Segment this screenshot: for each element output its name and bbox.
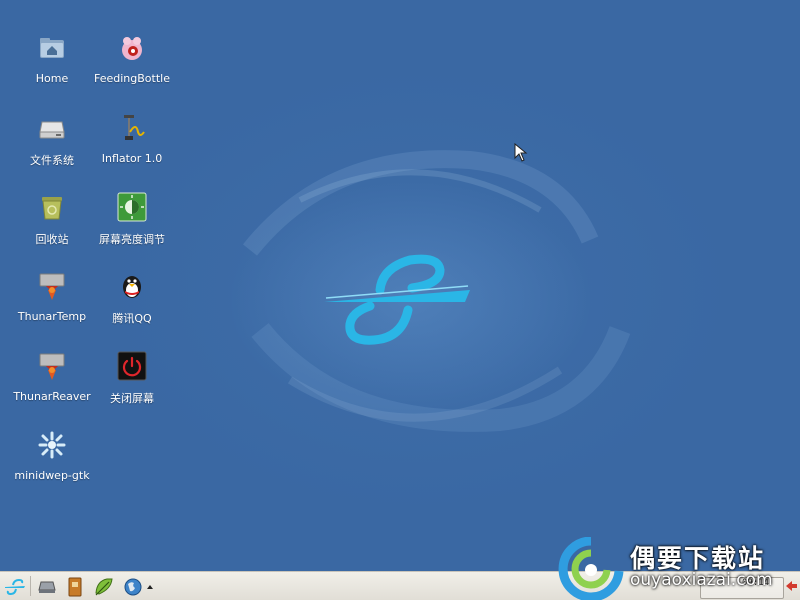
home-folder-icon — [40, 38, 64, 58]
desktop-icon-label: ThunarReaver — [13, 390, 91, 403]
thunar-icon — [39, 273, 65, 300]
desktop-icon-label: 屏幕亮度调节 — [99, 233, 165, 246]
desktop-icon-label: 关闭屏幕 — [110, 392, 154, 405]
desktop-icon-inflator[interactable]: Inflator 1.0 — [84, 96, 180, 174]
desktop-icon-label: Inflator 1.0 — [101, 152, 163, 165]
taskbar-separator — [30, 576, 31, 596]
feeding-bottle-icon — [122, 37, 142, 60]
trash-icon — [42, 197, 62, 220]
desktop-icon-label: 回收站 — [35, 233, 69, 246]
clock[interactable]: 09:14 — [742, 578, 769, 588]
show-desktop-button[interactable] — [35, 576, 59, 598]
show-desktop-icon — [38, 581, 56, 593]
text-editor-launcher[interactable] — [91, 576, 117, 598]
desktop-icon-label: 腾讯QQ — [112, 312, 152, 325]
notebook-icon — [68, 577, 82, 597]
exit-icon[interactable] — [784, 579, 798, 593]
desktop-icon-label: ThunarTemp — [17, 310, 87, 323]
desktop-icon-label: 文件系统 — [30, 154, 74, 167]
expand-arrow-icon — [147, 585, 153, 589]
start-menu-button[interactable] — [2, 576, 28, 598]
taskbar-expand-button[interactable] — [145, 576, 155, 598]
brightness-icon — [117, 192, 147, 222]
taskbar: 09:14 — [0, 571, 800, 600]
minidwep-icon — [38, 431, 66, 459]
wallpaper-logo — [324, 254, 470, 345]
desktop-icon-qq[interactable]: 腾讯QQ — [84, 254, 180, 332]
text-editor-icon — [95, 578, 113, 596]
notebook-launcher[interactable] — [63, 576, 87, 598]
desktop-icon-screen-off[interactable]: 关闭屏幕 — [84, 334, 180, 412]
inflator-pump-icon — [124, 115, 145, 140]
mouse-cursor-icon — [514, 143, 528, 162]
thunar-icon — [39, 353, 65, 380]
web-browser-icon — [124, 578, 142, 596]
desktop-icon-label: Home — [35, 72, 69, 85]
power-icon — [117, 351, 147, 381]
desktop-icon-brightness[interactable]: 屏幕亮度调节 — [84, 175, 180, 253]
desktop-icon-feedingbottle[interactable]: FeedingBottle — [84, 16, 180, 94]
hard-drive-icon — [39, 121, 65, 139]
desktop-icon-label: FeedingBottle — [94, 72, 170, 85]
desktop-icon-label: minidwep-gtk — [14, 469, 90, 482]
desktop-icon-minidwep[interactable]: minidwep-gtk — [4, 413, 100, 491]
start-menu-logo-icon — [5, 578, 25, 596]
desktop[interactable]: Home FeedingBottle 文件系统 Inflator 1.0 回收站… — [0, 0, 800, 571]
web-browser-launcher[interactable] — [121, 576, 145, 598]
qq-penguin-icon — [123, 276, 141, 298]
